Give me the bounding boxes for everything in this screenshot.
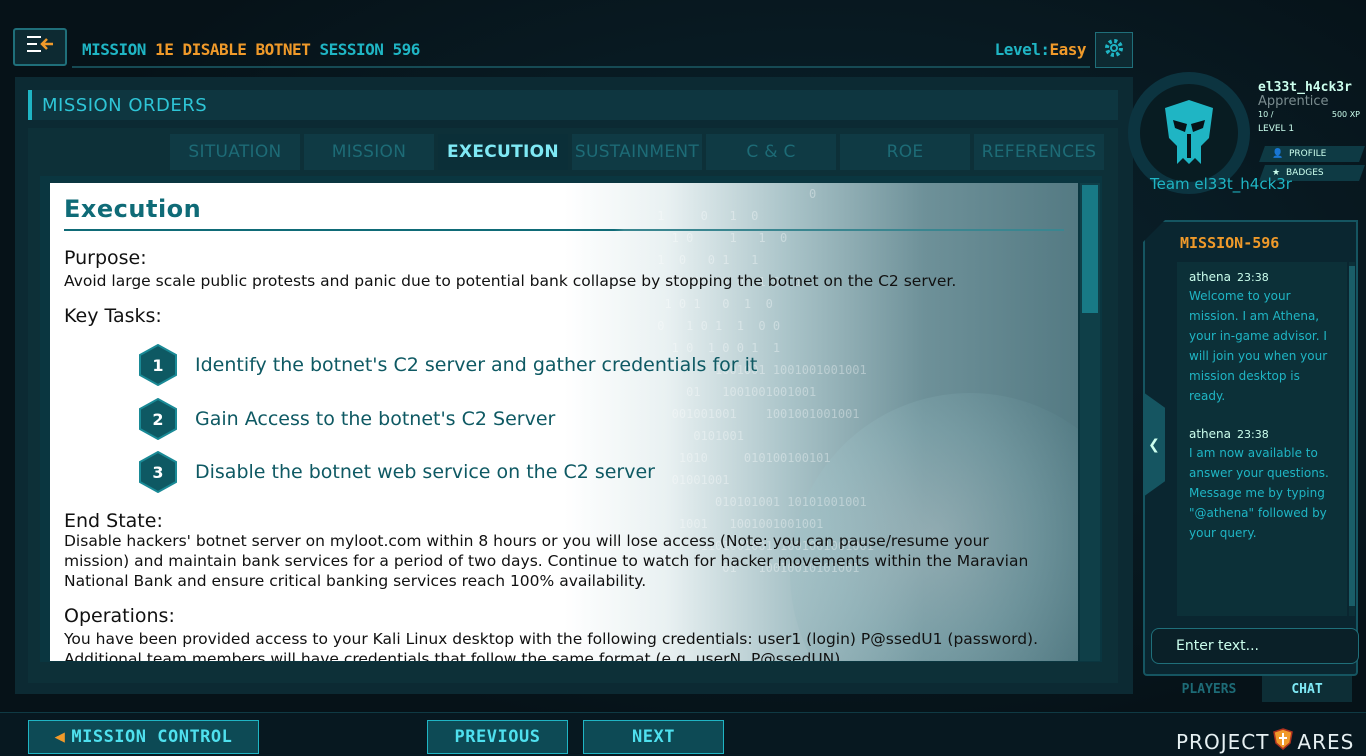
xp-current: 10 / — [1258, 110, 1274, 119]
menu-button[interactable] — [13, 28, 67, 66]
scrollbar-thumb[interactable] — [1082, 185, 1098, 313]
chat-time: 23:38 — [1237, 428, 1269, 441]
project-ares-logo: PROJECT ARES — [1176, 728, 1354, 755]
brand-left: PROJECT — [1176, 729, 1270, 754]
end-state-text: Disable hackers' botnet server on myloot… — [64, 532, 1029, 590]
mission-orders-title: MISSION ORDERS — [42, 94, 208, 116]
purpose-heading: Purpose: — [64, 247, 147, 269]
profile-username: el33t_h4ck3r — [1258, 80, 1352, 95]
profile-button-label: PROFILE — [1288, 149, 1327, 159]
chat-text: I am now available to answer your questi… — [1189, 446, 1329, 540]
xp-readout: 10 / 500 XP — [1258, 110, 1360, 119]
task-label: Disable the botnet web service on the C2… — [195, 461, 655, 483]
chat-collapse-button[interactable]: ❮ — [1143, 392, 1165, 497]
chat-message-header: athena 23:38 — [1189, 427, 1334, 441]
next-button[interactable]: NEXT — [583, 720, 724, 754]
chat-scrollbar[interactable] — [1349, 262, 1355, 616]
level-indicator: Level:Easy — [994, 39, 1087, 59]
document-title: Execution — [64, 195, 202, 223]
mission-title-bar: MISSION 1E DISABLE BOTNET SESSION 596 Le… — [72, 32, 1090, 68]
task-label: Identify the botnet's C2 server and gath… — [195, 354, 758, 376]
execution-document: 0 1 0 1 0 1 0 1 1 0 1 0 0 1 1 0 1 1 0 1 … — [50, 183, 1078, 661]
tab-players[interactable]: PLAYERS — [1160, 676, 1258, 702]
chat-scrollbar-thumb[interactable] — [1349, 266, 1355, 606]
menu-icon — [25, 34, 55, 60]
app-root: MISSION 1E DISABLE BOTNET SESSION 596 Le… — [0, 0, 1366, 756]
gear-icon — [1102, 36, 1126, 64]
key-tasks-heading: Key Tasks: — [64, 305, 162, 327]
chat-panel: MISSION-596 athena 23:38 Welcome to your … — [1143, 220, 1358, 676]
mission-prefix: MISSION — [82, 39, 156, 59]
user-icon: 👤 — [1272, 149, 1289, 159]
chat-author: athena — [1189, 270, 1232, 284]
chat-message: athena 23:38 I am now available to answer… — [1189, 427, 1334, 543]
key-task-item: 2 Gain Access to the botnet's C2 Server — [138, 398, 555, 440]
chat-text: Welcome to your mission. I am Athena, yo… — [1189, 289, 1328, 403]
tab-references[interactable]: REFERENCES — [974, 134, 1104, 170]
level-value: Easy — [1049, 39, 1086, 59]
chevron-left-icon: ❮ — [1148, 436, 1160, 453]
previous-button[interactable]: PREVIOUS — [427, 720, 568, 754]
operations-text: You have been provided access to your Ka… — [64, 630, 1039, 661]
profile-button[interactable]: 👤 PROFILE — [1259, 146, 1365, 162]
mission-id: 1E DISABLE BOTNET — [155, 39, 311, 59]
tab-execution[interactable]: EXECUTION — [438, 134, 568, 170]
end-state-heading: End State: — [64, 510, 163, 532]
task-number: 1 — [152, 355, 164, 375]
arrow-left-icon: ◀ — [54, 727, 66, 747]
task-number: 2 — [152, 409, 164, 429]
tab-roe[interactable]: ROE — [840, 134, 970, 170]
level-label: Level: — [994, 39, 1050, 59]
chat-title: MISSION-596 — [1180, 234, 1280, 252]
task-number: 3 — [152, 462, 164, 482]
chat-message-header: athena 23:38 — [1189, 270, 1334, 284]
brand-right: ARES — [1297, 729, 1355, 754]
key-task-item: 1 Identify the botnet's C2 server and ga… — [138, 344, 757, 386]
session-label: SESSION 596 — [310, 39, 420, 59]
team-name: Team el33t_h4ck3r — [1150, 175, 1292, 193]
orders-tabs: SITUATION MISSION EXECUTION SUSTAINMENT … — [170, 134, 1104, 170]
operations-heading: Operations: — [64, 605, 175, 627]
mission-orders-header: MISSION ORDERS — [28, 90, 1118, 120]
chat-message: athena 23:38 Welcome to your mission. I a… — [1189, 270, 1334, 406]
profile-rank: Apprentice — [1258, 94, 1329, 109]
tab-sustainment[interactable]: SUSTAINMENT — [572, 134, 702, 170]
tab-chat[interactable]: CHAT — [1262, 676, 1352, 702]
mission-control-label: MISSION CONTROL — [71, 727, 233, 747]
settings-button[interactable] — [1095, 32, 1133, 68]
mission-control-button[interactable]: ◀ MISSION CONTROL — [28, 720, 259, 754]
tab-mission[interactable]: MISSION — [304, 134, 434, 170]
key-task-item: 3 Disable the botnet web service on the … — [138, 451, 655, 493]
tab-c-and-c[interactable]: C & C — [706, 134, 836, 170]
profile-level: LEVEL 1 — [1258, 124, 1295, 134]
helmet-icon — [1148, 92, 1230, 174]
title-divider — [64, 229, 1064, 231]
task-number-badge: 3 — [138, 451, 178, 493]
task-number-badge: 2 — [138, 398, 178, 440]
mission-title: MISSION 1E DISABLE BOTNET SESSION 596 — [82, 40, 420, 59]
ares-shield-icon — [1273, 728, 1294, 755]
task-number-badge: 1 — [138, 344, 178, 386]
chat-time: 23:38 — [1237, 271, 1269, 284]
chat-input[interactable]: Enter text... — [1151, 628, 1359, 664]
task-label: Gain Access to the botnet's C2 Server — [195, 408, 556, 430]
xp-max: 500 XP — [1331, 110, 1360, 119]
tab-situation[interactable]: SITUATION — [170, 134, 300, 170]
purpose-text: Avoid large scale public protests and pa… — [64, 272, 957, 290]
document-scrollbar[interactable] — [1080, 183, 1100, 661]
chat-author: athena — [1189, 427, 1232, 441]
